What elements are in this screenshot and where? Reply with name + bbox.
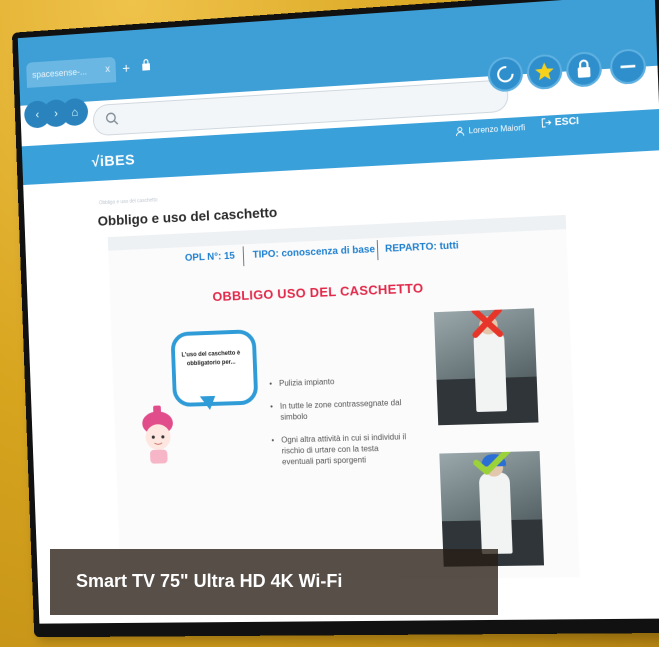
- padlock-icon: [566, 51, 603, 88]
- tv-screen: spacesense-... x + ‹ › ⌂ √iBES Lorenzo M…: [18, 0, 659, 624]
- logout-button[interactable]: ESCI: [541, 116, 579, 129]
- red-x-icon: [468, 308, 506, 339]
- minimize-button[interactable]: [609, 48, 646, 85]
- product-caption: Smart TV 75" Ultra HD 4K Wi-Fi: [50, 549, 498, 615]
- green-check-icon: [472, 451, 514, 477]
- logout-icon: [541, 118, 552, 129]
- breadcrumb[interactable]: Obbligo e uso del caschetto: [99, 197, 158, 206]
- favorite-button[interactable]: [526, 53, 563, 90]
- opl-type: TIPO: conoscenza di base: [253, 244, 376, 261]
- lock-icon: [141, 58, 151, 70]
- speech-bubble-tail: [200, 396, 216, 410]
- bullet-list: Pulizia impianto In tutte le zone contra…: [269, 374, 412, 480]
- search-icon: [105, 111, 119, 125]
- info-separator: [377, 240, 379, 260]
- info-separator: [243, 246, 245, 266]
- speech-bubble-text: L'uso del caschetto è obbligatorio per..…: [179, 349, 243, 369]
- browser-tab[interactable]: spacesense-... x: [26, 57, 116, 88]
- app-logo[interactable]: √iBES: [91, 152, 135, 171]
- minus-icon: [609, 48, 646, 85]
- mascot-helmet-icon: [135, 399, 182, 469]
- logout-label: ESCI: [555, 116, 580, 129]
- reload-button[interactable]: [487, 56, 523, 93]
- reload-icon: [487, 56, 523, 93]
- home-button[interactable]: ⌂: [61, 98, 88, 127]
- opl-department: REPARTO: tutti: [385, 240, 459, 254]
- opl-number: OPL N°: 15: [185, 251, 235, 264]
- tv-frame: spacesense-... x + ‹ › ⌂ √iBES Lorenzo M…: [12, 0, 659, 637]
- tab-close-icon[interactable]: x: [105, 57, 111, 83]
- photo-worker-no-helmet: [434, 308, 539, 425]
- new-tab-button[interactable]: +: [122, 60, 130, 76]
- user-icon: [455, 127, 465, 137]
- star-icon: [526, 53, 563, 90]
- page-title: Obbligo e uso del caschetto: [97, 204, 277, 229]
- list-item: In tutte le zone contrassegnate dal simb…: [270, 397, 410, 423]
- lock-button[interactable]: [566, 51, 603, 88]
- list-item: Ogni altra attività in cui si individui …: [271, 431, 411, 468]
- tab-title: spacesense-...: [32, 66, 87, 79]
